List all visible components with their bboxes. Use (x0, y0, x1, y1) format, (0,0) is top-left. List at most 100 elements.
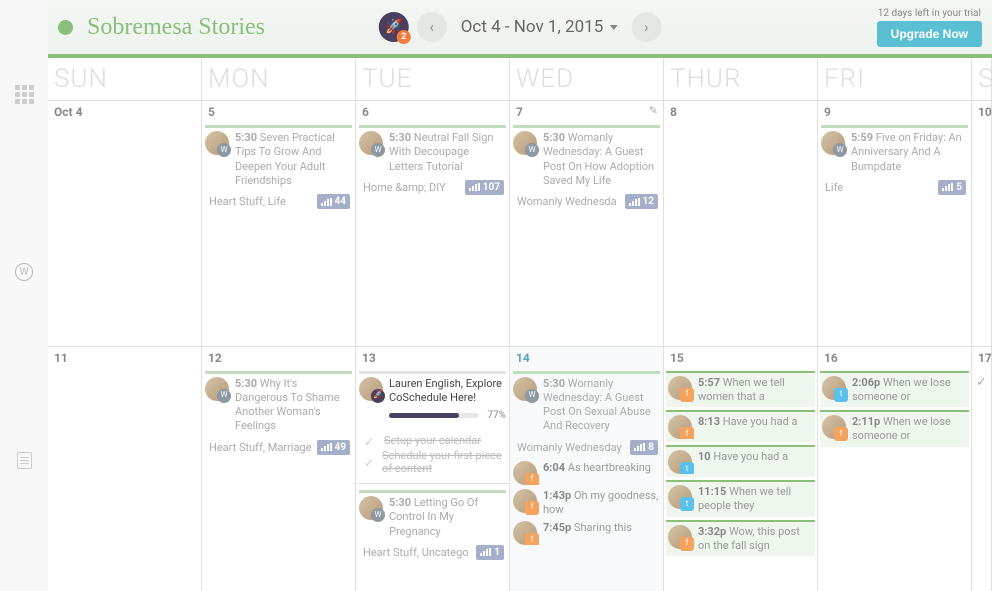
cell-oct7[interactable]: 7 ✎ W 5:30 Womanly Wednesday: A Guest Po… (510, 100, 664, 346)
date-label: 8 (664, 101, 817, 125)
event-time: 5:30 (389, 131, 411, 144)
cell-oct13[interactable]: 13 🚀 Lauren English, Explore CoSchedule … (356, 346, 510, 591)
cell-oct16[interactable]: 16 t2:06p When we lose someone or f2:11p… (818, 346, 972, 591)
event-time: 5:30 (389, 496, 411, 509)
cell-oct17[interactable]: 17 ✓ (972, 346, 992, 591)
sidebar-docs[interactable] (0, 436, 48, 484)
event-time: 5:57 (698, 376, 720, 389)
wordpress-icon: W (217, 143, 231, 157)
event-post[interactable]: W 5:59 Five on Friday: An Anniversary An… (821, 131, 968, 174)
date-label: 17 (972, 347, 991, 371)
cell-oct9[interactable]: 9 W 5:59 Five on Friday: An Anniversary … (818, 100, 972, 346)
date-label: 7 (510, 101, 663, 125)
social-block[interactable]: f2:11p When we lose someone or (820, 410, 969, 447)
cell-oct5[interactable]: 5 W 5:30 Seven Practical Tips To Grow An… (202, 100, 356, 346)
cell-oct11[interactable]: 11 (48, 346, 202, 591)
social-block[interactable]: t11:15 When we tell people they (666, 480, 815, 517)
event-social[interactable]: f 1:43p Oh my goodness, how (513, 489, 660, 518)
weekday-header: SUN MON TUE WED THUR FRI S (48, 54, 992, 100)
cell-oct12[interactable]: 12 W 5:30 Why It's Dangerous To Shame An… (202, 346, 356, 591)
grid-icon (15, 85, 34, 104)
sidebar: W (0, 0, 48, 591)
wordpress-icon: W (525, 143, 539, 157)
event-post[interactable]: W 5:30 Seven Practical Tips To Grow And … (205, 131, 352, 188)
event-post[interactable]: W 5:30 Why It's Dangerous To Shame Anoth… (205, 377, 352, 434)
calendar-grid: Oct 4 5 W 5:30 Seven Practical Tips To G… (48, 100, 992, 591)
wordpress-icon: W (371, 143, 385, 157)
cell-oct14-today[interactable]: 14 W 5:30 Womanly Wednesday: A Guest Pos… (510, 346, 664, 591)
task-item[interactable]: ✓Schedule your first piece of content (364, 449, 503, 475)
date-label: 15 (664, 347, 817, 371)
social-block[interactable]: t2:06p When we lose someone or (820, 371, 969, 408)
trial-text: 12 days left in your trial (877, 8, 982, 19)
sidebar-apps[interactable] (0, 70, 48, 118)
sidebar-wordpress[interactable]: W (0, 248, 48, 296)
signal-icon (634, 443, 645, 451)
status-dot-icon (58, 20, 73, 35)
check-icon: ✓ (972, 375, 991, 390)
event-text: Sharing this (574, 521, 632, 534)
event-topbar (205, 371, 352, 374)
cell-oct10[interactable]: 10 (972, 100, 992, 346)
event-time: 5:30 (543, 131, 565, 144)
event-time: 8:13 (698, 415, 720, 428)
cell-oct15[interactable]: 15 f5:57 When we tell women that a f 8:13… (664, 346, 818, 591)
facebook-icon: f (680, 427, 694, 439)
social-block[interactable]: f3:32p Wow, this post on the fall sign (666, 520, 815, 557)
event-topbar (513, 125, 660, 128)
event-social[interactable]: f 6:04 As heartbreaking (513, 461, 660, 485)
facebook-icon: f (525, 473, 539, 485)
event-social[interactable]: f 7:45p Sharing this (513, 521, 660, 545)
weekday-thur: THUR (664, 58, 818, 100)
signal-icon (469, 183, 480, 191)
facebook-icon: f (525, 533, 539, 545)
task-item[interactable]: ✓Setup your calendar (364, 434, 503, 447)
pencil-icon[interactable]: ✎ (649, 104, 658, 117)
event-time: 2:11p (852, 415, 880, 428)
weekday-tue: TUE (356, 58, 510, 100)
event-meta: Womanly Wednesda12 (513, 192, 660, 211)
next-button[interactable]: › (631, 12, 661, 42)
event-post[interactable]: W 5:30 Womanly Wednesday: A Guest Post O… (513, 131, 660, 188)
event-meta: Heart Stuff, Life44 (205, 192, 352, 211)
cell-oct6[interactable]: 6 W 5:30 Neutral Fall Sign With Decoupag… (356, 100, 510, 346)
event-time: 10 (698, 450, 711, 463)
event-topbar (359, 371, 506, 374)
stat-chip: 44 (317, 194, 350, 209)
signal-icon (629, 198, 640, 206)
rocket-button[interactable]: 🚀 2 (379, 12, 409, 42)
event-topbar (513, 371, 660, 374)
event-time: 3:32p (698, 525, 726, 538)
event-post[interactable]: W 5:30 Neutral Fall Sign With Decoupage … (359, 131, 506, 174)
social-block[interactable]: f 8:13 Have you had a (666, 410, 815, 442)
event-post[interactable]: W 5:30 Letting Go Of Control In My Pregn… (359, 496, 506, 539)
event-meta: Womanly Wednesday8 (513, 438, 660, 457)
social-block[interactable]: f5:57 When we tell women that a (666, 371, 815, 408)
header: Sobremesa Stories 🚀 2 ‹ Oct 4 - Nov 1, 2… (48, 0, 992, 54)
date-range-picker[interactable]: Oct 4 - Nov 1, 2015 (455, 17, 624, 37)
wordpress-icon: W (15, 263, 33, 281)
rocket-icon: 🚀 (371, 389, 385, 403)
event-time: 1:43p (543, 489, 571, 502)
event-meta: Home &amp; DIY107 (359, 178, 506, 197)
event-text: Have you had a (713, 450, 788, 463)
cell-oct4[interactable]: Oct 4 (48, 100, 202, 346)
event-time: 7:45p (543, 521, 571, 534)
cell-oct8[interactable]: 8 (664, 100, 818, 346)
signal-icon (942, 183, 953, 191)
date-label: 10 (972, 101, 991, 125)
progress-bar (389, 413, 479, 418)
event-text: Have you had a (723, 415, 798, 428)
prev-button[interactable]: ‹ (417, 12, 447, 42)
twitter-icon: t (680, 497, 694, 511)
facebook-icon: f (680, 537, 694, 551)
date-label: 11 (48, 347, 201, 371)
event-time: 2:06p (852, 376, 880, 389)
event-title: Lauren English, Explore CoSchedule Here! (389, 377, 502, 404)
event-post[interactable]: W 5:30 Womanly Wednesday: A Guest Post O… (513, 377, 660, 434)
social-block[interactable]: t10 Have you had a (666, 445, 815, 477)
upgrade-button[interactable]: Upgrade Now (877, 21, 982, 47)
event-coschedule[interactable]: 🚀 Lauren English, Explore CoSchedule Her… (359, 377, 506, 429)
rocket-badge: 2 (397, 30, 411, 44)
date-label: 6 (356, 101, 509, 125)
